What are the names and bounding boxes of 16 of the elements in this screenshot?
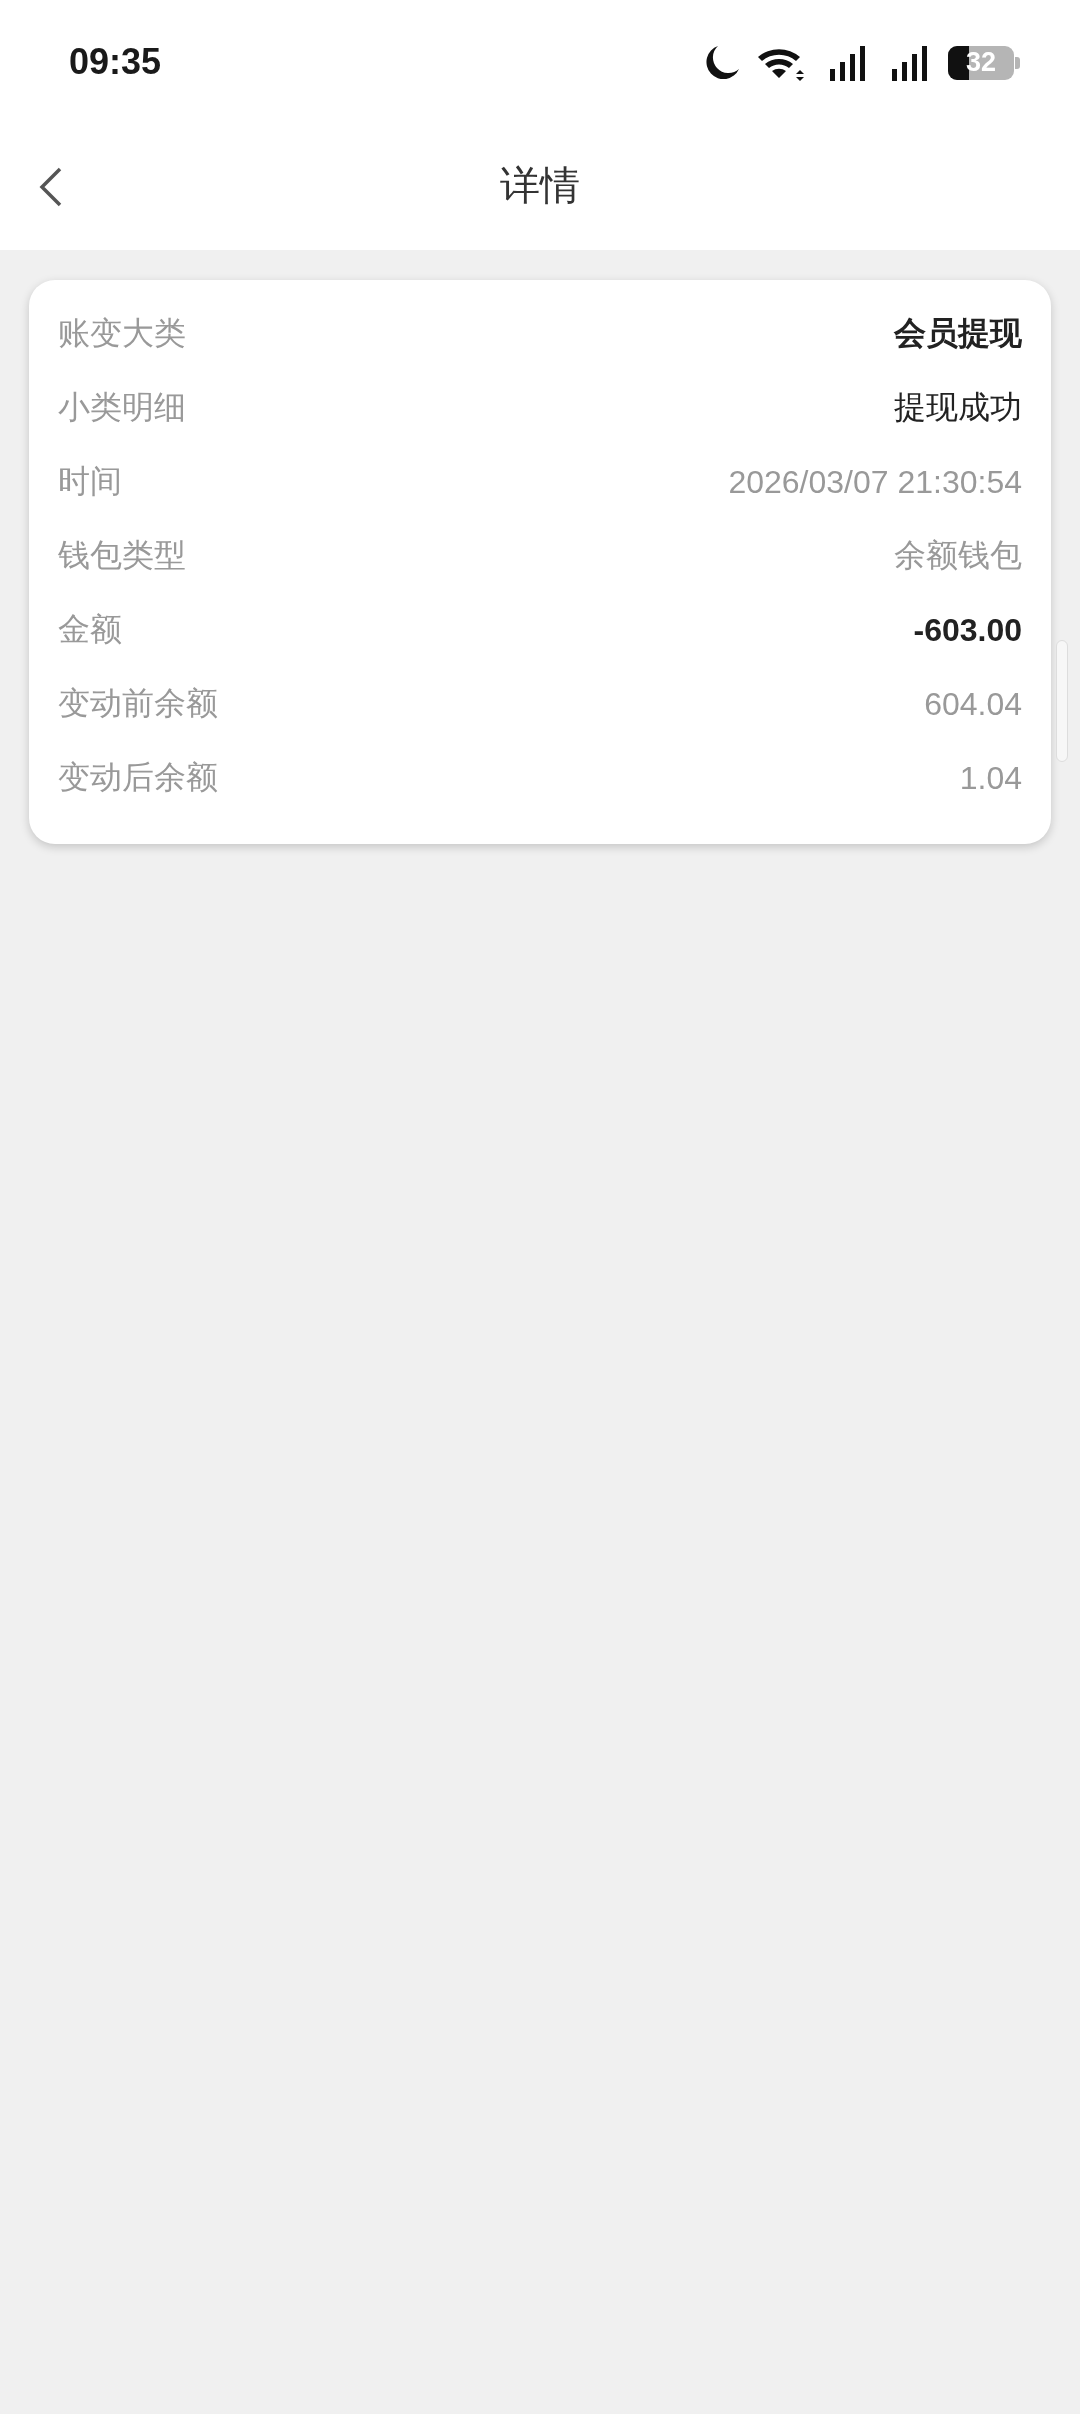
clock-time: 09:35 [69, 40, 162, 83]
detail-value: 提现成功 [894, 388, 1022, 427]
detail-value: 会员提现 [894, 314, 1022, 353]
page-title: 详情 [500, 161, 580, 210]
detail-value: 余额钱包 [894, 536, 1022, 575]
detail-label: 小类明细 [58, 387, 186, 428]
detail-label: 变动前余额 [58, 683, 218, 724]
detail-value: 2026/03/07 21:30:54 [728, 463, 1022, 501]
detail-label: 账变大类 [58, 313, 186, 354]
detail-label: 金额 [58, 609, 122, 650]
detail-label: 变动后余额 [58, 757, 218, 798]
detail-value: -603.00 [913, 611, 1022, 649]
detail-label: 钱包类型 [58, 535, 186, 576]
detail-value: 1.04 [959, 759, 1022, 797]
detail-value: 604.04 [924, 685, 1022, 723]
detail-label: 时间 [58, 461, 122, 502]
